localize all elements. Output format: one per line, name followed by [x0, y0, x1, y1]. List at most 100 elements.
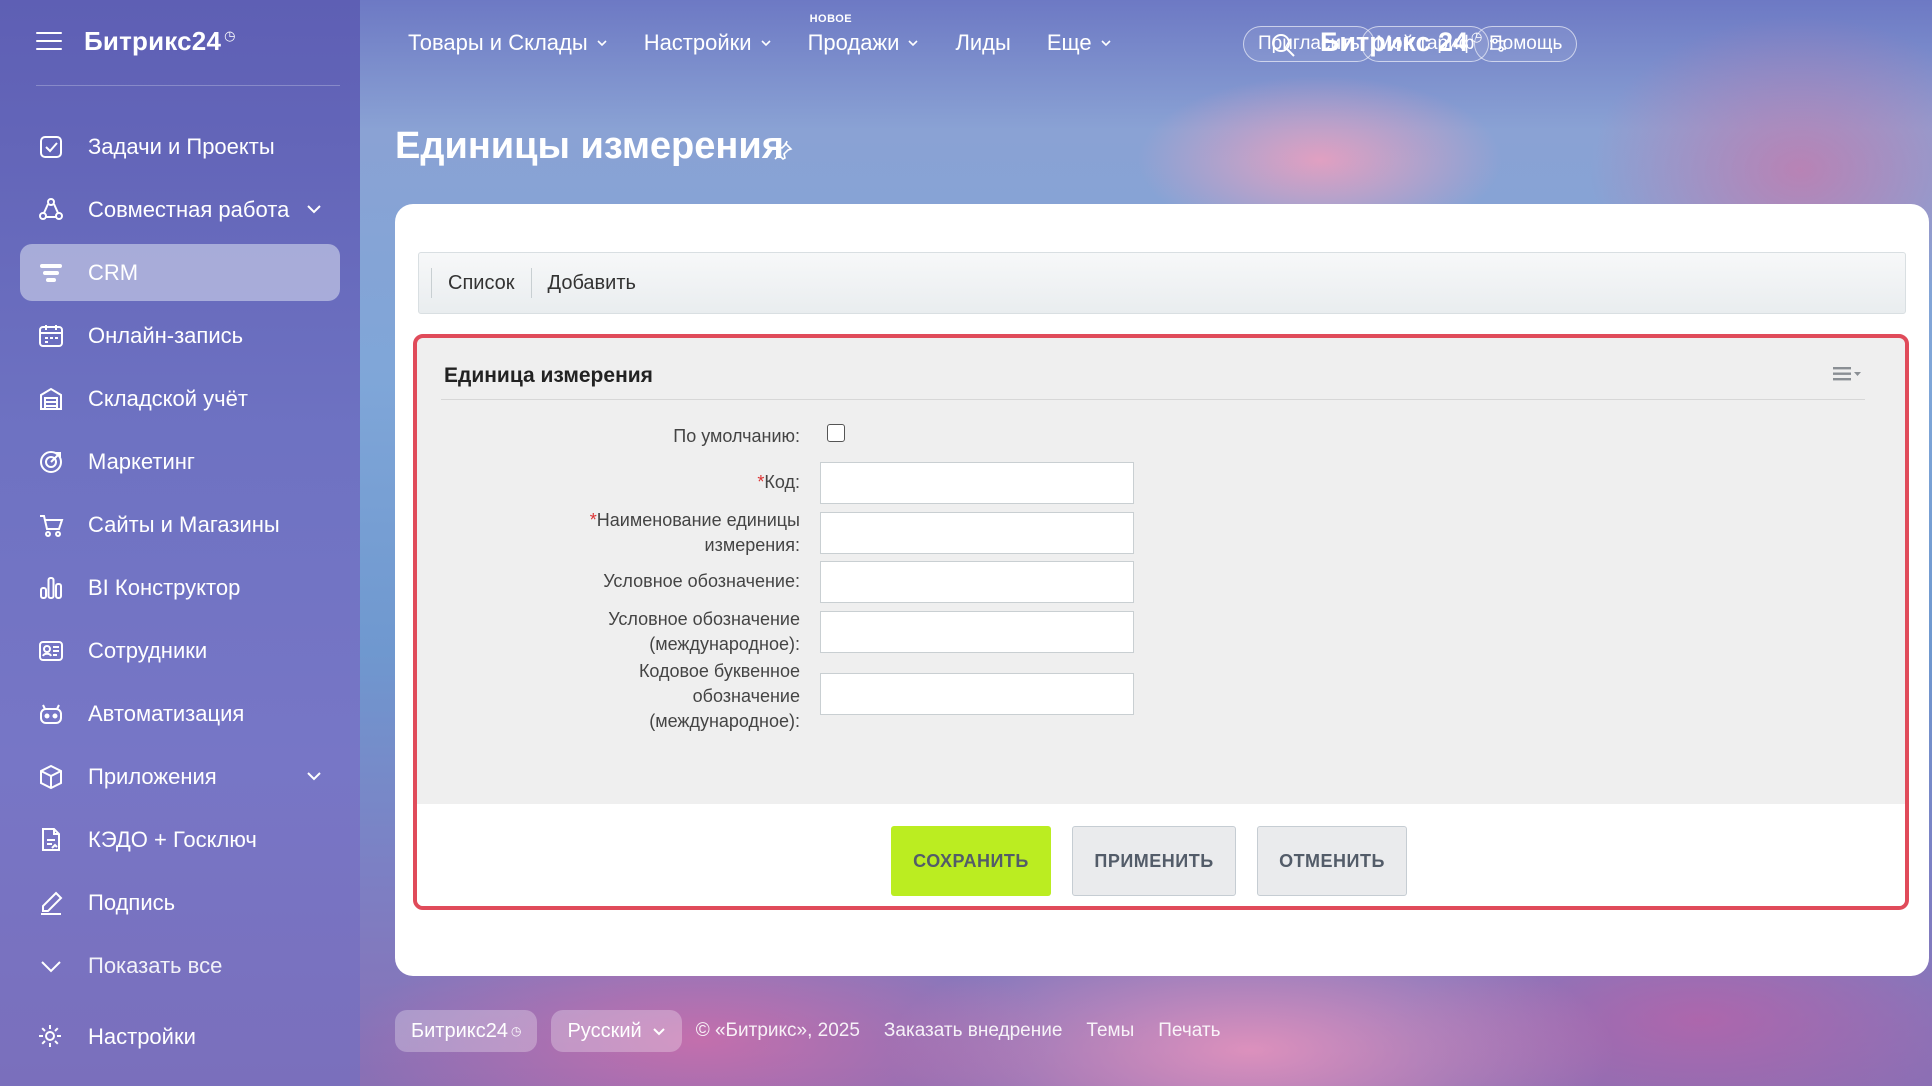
chevron-down-icon	[908, 40, 919, 47]
sidebar-item-label: Совместная работа	[88, 196, 290, 222]
chevron-down-icon[interactable]	[306, 768, 322, 784]
my-tariff-button-label: Мой тариф	[1376, 33, 1475, 54]
top-nav: Товары и Склады Настройки НОВОЕ Продажи …	[408, 13, 1148, 56]
sidebar-item-label: Показать все	[88, 952, 223, 978]
nav-item-label: Лиды	[955, 30, 1011, 55]
letter-code-label-line3: (международное):	[649, 711, 800, 731]
invite-button[interactable]: Пригласить	[1243, 26, 1375, 62]
footer-link-print[interactable]: Печать	[1158, 1020, 1220, 1042]
tab-add[interactable]: Добавить	[530, 268, 652, 298]
cube-icon	[36, 762, 66, 792]
form-settings-menu-icon[interactable]	[1833, 364, 1863, 384]
sidebar-item-sites[interactable]: Сайты и Магазины	[20, 496, 340, 553]
clock-icon: ◷	[510, 1024, 522, 1038]
apply-button[interactable]: ПРИМЕНИТЬ	[1072, 826, 1236, 896]
sidebar-item-marketing[interactable]: Маркетинг	[20, 433, 340, 490]
id-card-icon	[36, 636, 66, 666]
sidebar-header: Битрикс24 ◷	[0, 0, 360, 86]
cancel-button[interactable]: ОТМЕНИТЬ	[1257, 826, 1407, 896]
nav-item-leads[interactable]: Лиды	[955, 30, 1010, 56]
nav-item-sales[interactable]: НОВОЕ Продажи	[808, 13, 920, 56]
nav-item-products[interactable]: Товары и Склады	[408, 30, 608, 56]
tab-label: Список	[448, 271, 515, 294]
robot-icon	[36, 699, 66, 729]
document-sign-icon	[36, 825, 66, 855]
target-icon	[36, 447, 66, 477]
letter-code-input[interactable]	[820, 673, 1134, 715]
sidebar-item-label: КЭДО + Госключ	[88, 826, 257, 852]
chevron-down-icon	[652, 1028, 665, 1036]
tab-bar: Список Добавить	[418, 252, 1906, 314]
intl-symbol-label-line1: Условное обозначение	[608, 609, 800, 629]
sidebar-item-employees[interactable]: Сотрудники	[20, 622, 340, 679]
sidebar-item-tasks[interactable]: Задачи и Проекты	[20, 118, 340, 175]
calendar-icon	[36, 321, 66, 351]
sidebar-item-bi[interactable]: BI Конструктор	[20, 559, 340, 616]
sidebar: Битрикс24 ◷ Задачи и Проекты Совместная р…	[0, 0, 360, 1086]
page-title: Единицы измерения	[395, 125, 784, 167]
intl-symbol-input[interactable]	[820, 611, 1134, 653]
bar-chart-icon	[36, 573, 66, 603]
nav-item-label: Товары и Склады	[408, 30, 588, 55]
default-label: По умолчанию:	[673, 426, 800, 446]
collaboration-icon	[36, 195, 66, 225]
sidebar-item-label: Онлайн-запись	[88, 322, 244, 348]
warehouse-icon	[36, 384, 66, 414]
sidebar-item-settings[interactable]: Настройки	[20, 1007, 340, 1067]
chevron-down-icon	[36, 951, 66, 981]
default-checkbox[interactable]	[827, 424, 845, 442]
symbol-label: Условное обозначение:	[603, 571, 800, 591]
language-select[interactable]: Русский	[551, 1010, 682, 1052]
form-title: Единица измерения	[444, 364, 653, 387]
name-label-line2: измерения:	[704, 535, 800, 555]
sidebar-item-booking[interactable]: Онлайн-запись	[20, 307, 340, 364]
my-tariff-button[interactable]: Мой тариф	[1361, 26, 1490, 62]
code-input[interactable]	[820, 462, 1134, 504]
save-button[interactable]: СОХРАНИТЬ	[891, 826, 1051, 896]
sidebar-item-signature[interactable]: Подпись	[20, 874, 340, 931]
tab-list[interactable]: Список	[431, 268, 531, 298]
footer-link-order-implementation[interactable]: Заказать внедрение	[884, 1020, 1063, 1042]
sidebar-item-show-all[interactable]: Показать все	[20, 937, 340, 994]
cart-icon	[36, 510, 66, 540]
sidebar-item-label: Задачи и Проекты	[88, 133, 275, 159]
sidebar-item-warehouse[interactable]: Складской учёт	[20, 370, 340, 427]
chevron-down-icon	[760, 40, 771, 47]
sidebar-menu: Задачи и Проекты Совместная работа CRM О…	[20, 118, 340, 1000]
nav-item-settings[interactable]: Настройки	[644, 30, 772, 56]
nav-item-more[interactable]: Еще	[1047, 30, 1112, 56]
content-card: Список Добавить Единица измерения По умо…	[395, 204, 1929, 976]
form-actions: СОХРАНИТЬ ПРИМЕНИТЬ ОТМЕНИТЬ	[417, 804, 1905, 906]
sidebar-item-label: Сотрудники	[88, 637, 208, 663]
sidebar-item-collaboration[interactable]: Совместная работа	[20, 181, 340, 238]
letter-code-label-line2: обозначение	[692, 686, 800, 706]
sidebar-item-label: Настройки	[88, 1024, 196, 1049]
name-label: *Наименование единицы измерения:	[520, 508, 800, 558]
invite-button-label: Пригласить	[1258, 33, 1360, 54]
form-header: Единица измерения	[441, 356, 1865, 400]
chevron-down-icon	[597, 40, 607, 47]
sidebar-logo[interactable]: Битрикс24 ◷	[84, 26, 236, 57]
footer-logo-text: Битрикс24	[411, 1019, 508, 1042]
code-label: *Код:	[520, 470, 800, 495]
code-label-text: Код:	[764, 472, 800, 492]
pin-icon[interactable]	[772, 140, 794, 162]
help-button-label: Помощь	[1489, 33, 1563, 54]
symbol-input[interactable]	[820, 561, 1134, 603]
sidebar-item-label: CRM	[88, 259, 139, 285]
menu-burger-icon[interactable]	[36, 32, 62, 52]
sidebar-item-apps[interactable]: Приложения	[20, 748, 340, 805]
sidebar-item-crm[interactable]: CRM	[20, 244, 340, 301]
sidebar-item-automation[interactable]: Автоматизация	[20, 685, 340, 742]
sidebar-item-label: Сайты и Магазины	[88, 511, 280, 537]
new-badge: НОВОЕ	[809, 13, 853, 25]
chevron-down-icon[interactable]	[306, 201, 322, 217]
help-button[interactable]: Помощь	[1474, 26, 1578, 62]
pen-icon	[36, 888, 66, 918]
top-bar: Товары и Склады Настройки НОВОЕ Продажи …	[360, 0, 1932, 86]
sidebar-item-kedo[interactable]: КЭДО + Госключ	[20, 811, 340, 868]
footer-link-themes[interactable]: Темы	[1086, 1020, 1134, 1042]
name-input[interactable]	[820, 512, 1134, 554]
footer-logo-button[interactable]: Битрикс24 ◷	[395, 1010, 538, 1052]
sidebar-item-label: BI Конструктор	[88, 574, 241, 600]
